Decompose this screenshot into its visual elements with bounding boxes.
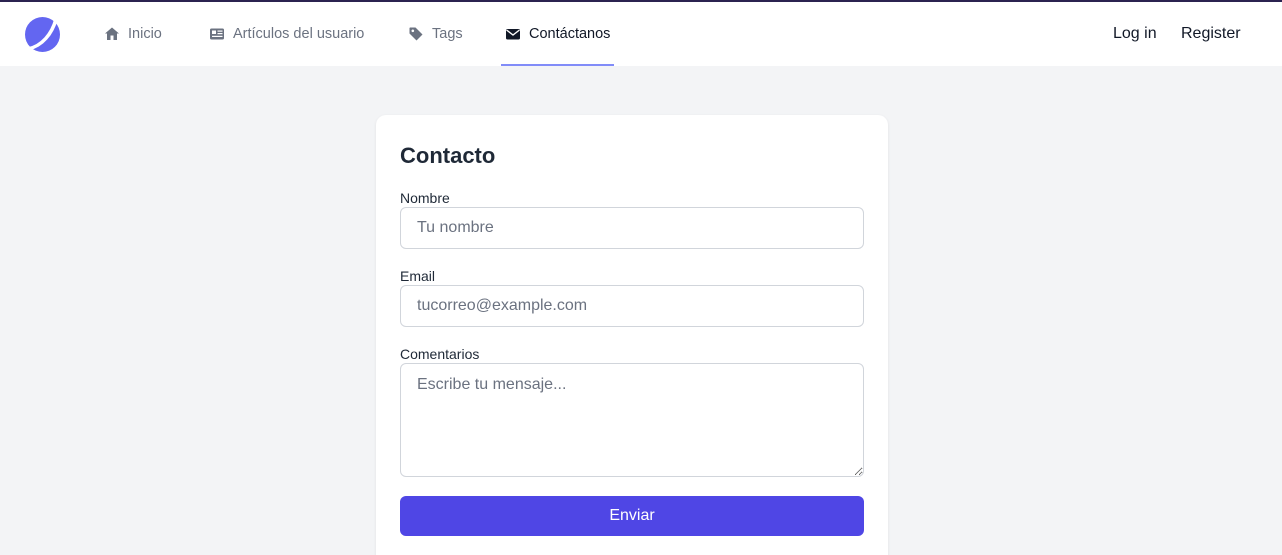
nav-item-tags[interactable]: Tags [408,2,463,66]
home-icon [104,26,120,42]
page-title: Contacto [400,143,496,168]
contact-card: Contacto Nombre Email Comentarios Enviar [376,115,888,555]
nav-item-articulos[interactable]: Artículos del usuario [209,2,364,66]
email-field[interactable] [400,285,864,327]
logo-icon[interactable] [24,16,61,53]
newspaper-icon [209,26,225,42]
nav-item-contactanos[interactable]: Contáctanos [500,2,615,66]
nav-item-inicio[interactable]: Inicio [104,2,162,66]
submit-button[interactable]: Enviar [400,496,864,536]
tag-icon [408,26,424,42]
nav-item-label: Inicio [128,26,162,42]
name-field[interactable] [400,207,864,249]
email-label: Email [400,268,436,284]
comments-field[interactable] [400,363,864,477]
comments-label: Comentarios [400,346,480,362]
nav-item-label: Contáctanos [529,26,611,42]
envelope-icon [505,26,521,42]
nav-item-label: Tags [432,26,463,42]
navbar: Inicio Artículos del usuario Tags Contác… [0,2,1282,66]
nav-item-label: Artículos del usuario [233,26,365,42]
register-link[interactable]: Register [1181,2,1241,66]
name-label: Nombre [400,190,450,206]
login-link[interactable]: Log in [1113,2,1157,66]
